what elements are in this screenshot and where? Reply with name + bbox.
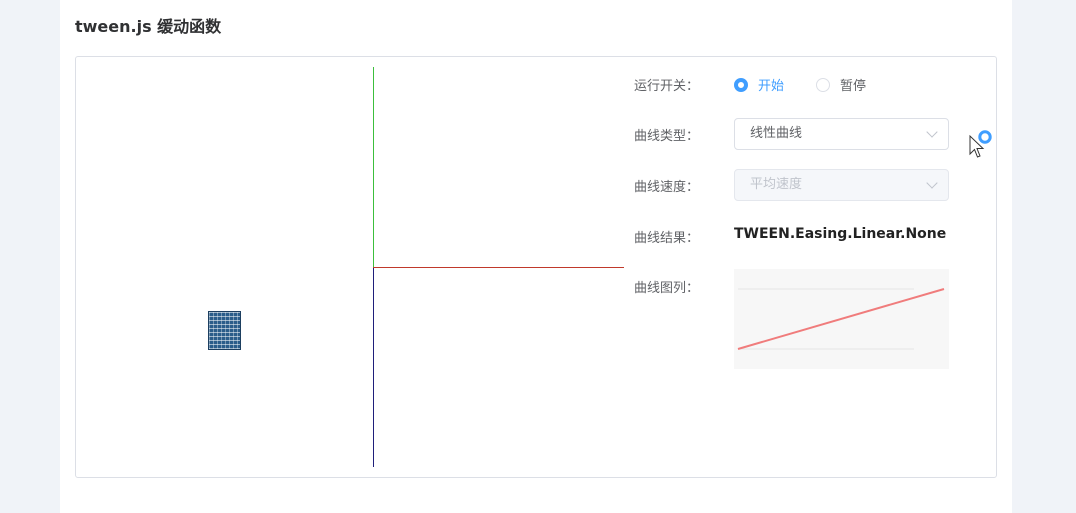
curve-type-value: 线性曲线 <box>750 126 803 141</box>
radio-start-label[interactable]: 开始 <box>758 75 784 94</box>
animation-stage <box>76 57 624 477</box>
tween-target-box <box>208 311 241 350</box>
curve-type-select[interactable]: 线性曲线 <box>734 118 949 150</box>
mouse-pointer-icon <box>969 130 992 158</box>
radio-pause[interactable]: 暂停 <box>816 75 866 94</box>
chevron-down-icon <box>926 126 938 138</box>
demo-card: 运行开关： 开始 暂停 曲线类型： 线性曲线 曲线速度： 平均速度 曲线结果： … <box>75 56 997 478</box>
y-axis-negative <box>373 268 374 467</box>
radio-start[interactable]: 开始 <box>734 75 784 94</box>
page: tween.js 缓动函数 运行开关： 开始 暂停 曲线类型： 线性曲线 曲线速… <box>60 0 1012 513</box>
curve-preview-label: 曲线图列： <box>634 281 700 296</box>
x-axis <box>373 267 624 268</box>
page-title: tween.js 缓动函数 <box>75 17 222 36</box>
curve-preview-graph <box>737 288 945 350</box>
radio-pause-label[interactable]: 暂停 <box>840 75 866 94</box>
curve-speed-value: 平均速度 <box>750 177 803 192</box>
radio-start-indicator[interactable] <box>734 77 748 92</box>
y-axis-positive <box>373 67 374 268</box>
curve-type-label: 曲线类型： <box>634 129 700 144</box>
curve-speed-select[interactable]: 平均速度 <box>734 169 949 201</box>
curve-speed-label: 曲线速度： <box>634 180 700 195</box>
chevron-down-icon <box>926 177 938 189</box>
linear-curve-line <box>737 288 945 350</box>
curve-preview <box>734 269 949 369</box>
radio-pause-indicator[interactable] <box>816 77 830 92</box>
run-switch-label: 运行开关： <box>634 79 700 94</box>
curve-result-label: 曲线结果： <box>634 231 700 246</box>
curve-result-value: TWEEN.Easing.Linear.None <box>734 226 947 242</box>
